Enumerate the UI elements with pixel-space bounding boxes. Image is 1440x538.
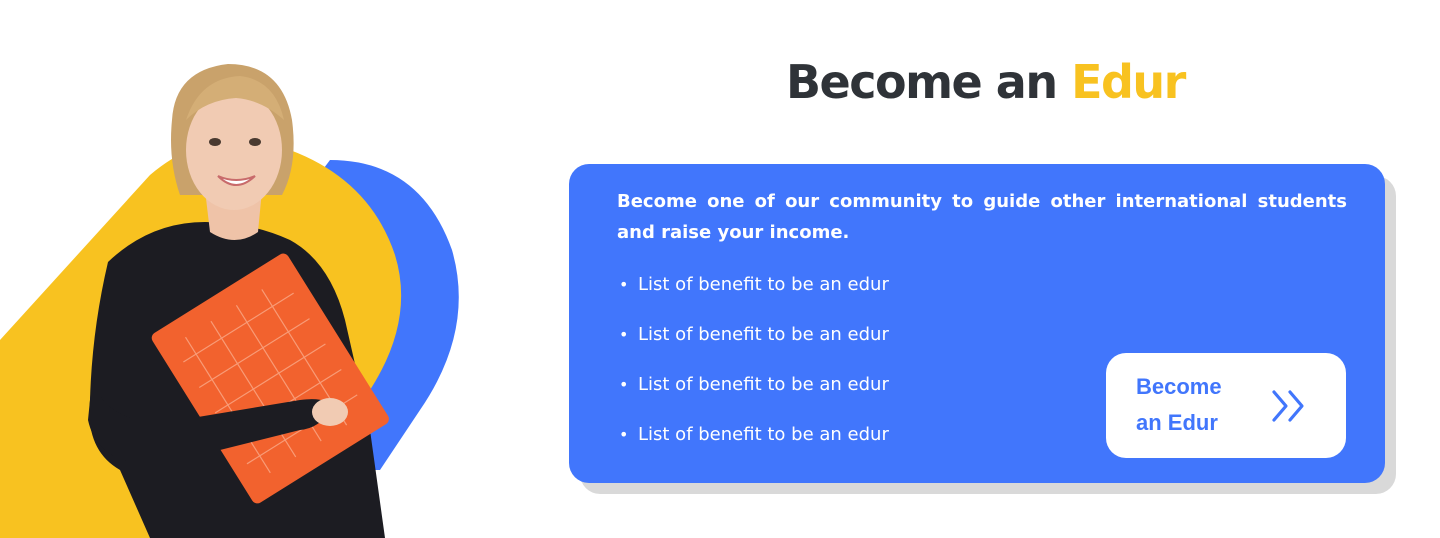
hero-illustration	[0, 64, 459, 538]
benefit-text: List of benefit to be an edur	[638, 374, 889, 395]
benefit-text: List of benefit to be an edur	[638, 274, 889, 295]
list-item: • List of benefit to be an edur	[617, 368, 889, 418]
card-intro-text: Become one of our community to guide oth…	[617, 191, 1347, 243]
become-edur-section: Become an Edur Become one of our communi…	[0, 0, 1440, 538]
title-prefix: Become an	[786, 55, 1072, 109]
bullet-icon: •	[619, 275, 629, 294]
cta-label-line2: an Edur	[1136, 410, 1218, 435]
bullet-icon: •	[619, 425, 629, 444]
cta-label: Become an Edur	[1136, 369, 1266, 441]
benefits-card: Become one of our community to guide oth…	[569, 164, 1385, 483]
list-item: • List of benefit to be an edur	[617, 268, 889, 318]
person-hand	[312, 398, 348, 426]
list-item: • List of benefit to be an edur	[617, 318, 889, 368]
benefit-text: List of benefit to be an edur	[638, 324, 889, 345]
section-title: Become an Edur	[786, 52, 1186, 112]
become-edur-button[interactable]: Become an Edur	[1106, 353, 1346, 458]
benefit-list: • List of benefit to be an edur • List o…	[617, 268, 889, 468]
bullet-icon: •	[619, 375, 629, 394]
list-item: • List of benefit to be an edur	[617, 418, 889, 468]
title-accent: Edur	[1071, 55, 1186, 109]
bullet-icon: •	[619, 325, 629, 344]
double-chevron-right-icon	[1272, 390, 1304, 422]
benefit-text: List of benefit to be an edur	[638, 424, 889, 445]
cta-label-line1: Become	[1136, 374, 1222, 399]
